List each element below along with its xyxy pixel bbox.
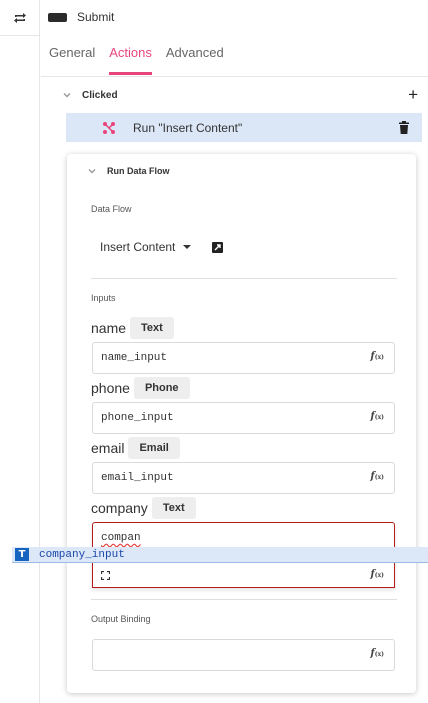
input-value: email_input	[101, 472, 174, 484]
chevron-down-icon[interactable]	[87, 166, 97, 176]
input-company-label: company Text	[91, 497, 196, 519]
data-flow-select[interactable]: Insert Content	[100, 240, 224, 254]
input-value: name_input	[101, 352, 168, 364]
open-external-icon[interactable]	[212, 241, 224, 253]
widget-title: Submit	[77, 10, 115, 24]
phone-input-field[interactable]: phone_input f(x)	[92, 402, 395, 434]
action-row-selected[interactable]: Run "Insert Content"	[66, 113, 422, 142]
divider	[91, 599, 397, 600]
add-action-icon[interactable]: +	[408, 86, 418, 104]
data-flow-icon	[103, 121, 115, 134]
divider	[91, 278, 397, 279]
caret-down-icon	[183, 245, 192, 249]
output-binding-field[interactable]: f(x)	[92, 639, 395, 671]
action-label: Run "Insert Content"	[133, 120, 243, 135]
event-label: Clicked	[82, 89, 118, 101]
input-value[interactable]: compan	[101, 532, 141, 544]
name-input-field[interactable]: name_input f(x)	[92, 342, 395, 374]
repeat-toggle[interactable]	[0, 0, 40, 36]
function-icon[interactable]: f(x)	[370, 471, 384, 482]
data-flow-label: Data Flow	[91, 204, 132, 214]
panel-header[interactable]: Run Data Flow	[87, 166, 170, 176]
property-tabs: General Actions Advanced	[49, 44, 238, 75]
autocomplete-suggestion[interactable]: T company_input	[12, 547, 428, 563]
tab-general[interactable]: General	[49, 44, 95, 74]
input-value: phone_input	[101, 412, 174, 424]
run-data-flow-panel: Run Data Flow Data Flow Insert Content I…	[67, 154, 416, 693]
function-icon[interactable]: f(x)	[370, 411, 384, 422]
button-widget-icon	[48, 12, 67, 22]
text-type-icon: T	[15, 548, 29, 561]
tab-actions[interactable]: Actions	[109, 44, 152, 75]
repeat-icon	[14, 12, 26, 23]
widget-header: Submit	[48, 8, 114, 26]
type-badge: Email	[128, 437, 180, 459]
type-badge: Text	[151, 497, 196, 519]
type-badge: Text	[130, 317, 174, 339]
output-binding-label: Output Binding	[91, 614, 151, 624]
inputs-label: Inputs	[91, 293, 116, 303]
expand-icon[interactable]	[101, 571, 110, 580]
panel-title: Run Data Flow	[107, 166, 170, 176]
input-phone-label: phone Phone	[91, 377, 190, 399]
function-icon[interactable]: f(x)	[370, 569, 384, 580]
field-name: email	[91, 440, 125, 456]
input-name-label: name Text	[91, 317, 174, 339]
tab-advanced[interactable]: Advanced	[166, 44, 224, 74]
input-email-label: email Email	[91, 437, 180, 459]
type-badge: Phone	[133, 377, 190, 399]
event-clicked-row[interactable]: Clicked +	[62, 86, 422, 104]
trash-icon[interactable]	[398, 121, 410, 134]
email-input-field[interactable]: email_input f(x)	[92, 462, 395, 494]
suggestion-text: company_input	[39, 548, 125, 561]
field-name: name	[91, 320, 127, 336]
left-rail	[0, 0, 40, 703]
data-flow-value: Insert Content	[100, 240, 176, 254]
field-name: phone	[91, 380, 130, 396]
tabs-divider	[41, 76, 428, 77]
function-icon[interactable]: f(x)	[370, 351, 384, 362]
field-name: company	[91, 500, 148, 516]
function-icon[interactable]: f(x)	[370, 648, 384, 659]
chevron-down-icon[interactable]	[62, 90, 72, 100]
